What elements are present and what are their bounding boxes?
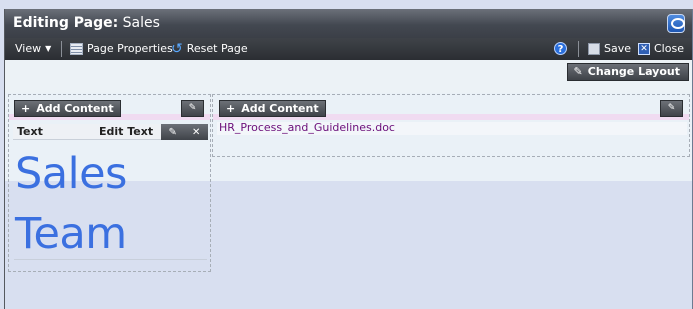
toolbar-divider bbox=[61, 41, 62, 57]
save-icon bbox=[588, 42, 600, 55]
portlet-title: Text bbox=[17, 125, 43, 138]
help-icon: ? bbox=[554, 42, 567, 55]
column-edit-button-left[interactable]: ✎ bbox=[181, 100, 204, 117]
document-link[interactable]: HR_Process_and_Guidelines.doc bbox=[219, 121, 395, 134]
portlet-tools: ✎ ✕ bbox=[161, 124, 208, 140]
portlet-text-line-1: Sales bbox=[15, 149, 127, 199]
portlet-divider bbox=[14, 259, 207, 260]
add-content-label: Add Content bbox=[36, 102, 114, 115]
oracle-logo-icon bbox=[667, 14, 685, 33]
close-icon: ✕ bbox=[638, 42, 650, 55]
add-content-button-left[interactable]: + Add Content bbox=[14, 100, 121, 117]
title-prefix: Editing Page: bbox=[13, 15, 119, 31]
toolbar: View ▼ Page Properties ↺ Reset Page ? Sa… bbox=[5, 38, 692, 60]
left-column-dropzone: + Add Content ✎ Text Edit Text ✎ ✕ Sales… bbox=[8, 94, 211, 272]
page-title: Editing Page: Sales bbox=[13, 15, 160, 31]
editor-frame: Editing Page: Sales View ▼ Page Properti… bbox=[4, 9, 693, 309]
plus-icon: + bbox=[226, 102, 236, 115]
chevron-down-icon: ▼ bbox=[45, 44, 52, 53]
add-content-button-right[interactable]: + Add Content bbox=[219, 100, 326, 117]
close-icon[interactable]: ✕ bbox=[192, 127, 200, 138]
reset-page-label: Reset Page bbox=[186, 42, 248, 55]
edit-pencil-icon: ✎ bbox=[188, 103, 197, 113]
page-properties-label: Page Properties bbox=[87, 42, 173, 55]
edit-pencil-icon[interactable]: ✎ bbox=[169, 127, 177, 138]
portlet-text-line-2: Team bbox=[15, 209, 127, 259]
close-button[interactable]: ✕ Close bbox=[638, 42, 684, 55]
edit-text-link[interactable]: Edit Text bbox=[99, 125, 153, 138]
add-content-label: Add Content bbox=[241, 102, 319, 115]
change-layout-button[interactable]: ✎ Change Layout bbox=[566, 63, 689, 81]
plus-icon: + bbox=[21, 102, 31, 115]
view-menu[interactable]: View ▼ bbox=[15, 42, 51, 55]
text-portlet-header: Text Edit Text ✎ ✕ bbox=[13, 124, 208, 140]
undo-icon: ↺ bbox=[171, 40, 183, 57]
help-button[interactable]: ? bbox=[554, 42, 567, 55]
close-label: Close bbox=[654, 42, 684, 55]
change-layout-label: Change Layout bbox=[587, 65, 680, 78]
reset-page-button[interactable]: ↺ Reset Page bbox=[171, 40, 248, 57]
save-button[interactable]: Save bbox=[588, 42, 631, 55]
page-properties-icon bbox=[70, 42, 83, 55]
page-properties-button[interactable]: Page Properties bbox=[70, 42, 173, 55]
title-bar: Editing Page: Sales bbox=[5, 9, 692, 38]
save-label: Save bbox=[604, 42, 632, 55]
column-edit-button-right[interactable]: ✎ bbox=[660, 100, 683, 117]
view-label: View bbox=[15, 42, 42, 55]
page-canvas: ✎ Change Layout + Add Content ✎ Text Edi… bbox=[5, 60, 692, 309]
edit-pencil-icon: ✎ bbox=[573, 65, 583, 78]
right-column-dropzone: + Add Content ✎ HR_Process_and_Guideline… bbox=[212, 94, 690, 157]
edit-pencil-icon: ✎ bbox=[667, 103, 676, 113]
toolbar-divider bbox=[578, 41, 579, 57]
document-list-item: HR_Process_and_Guidelines.doc bbox=[217, 121, 687, 135]
title-page-name: Sales bbox=[122, 15, 160, 31]
